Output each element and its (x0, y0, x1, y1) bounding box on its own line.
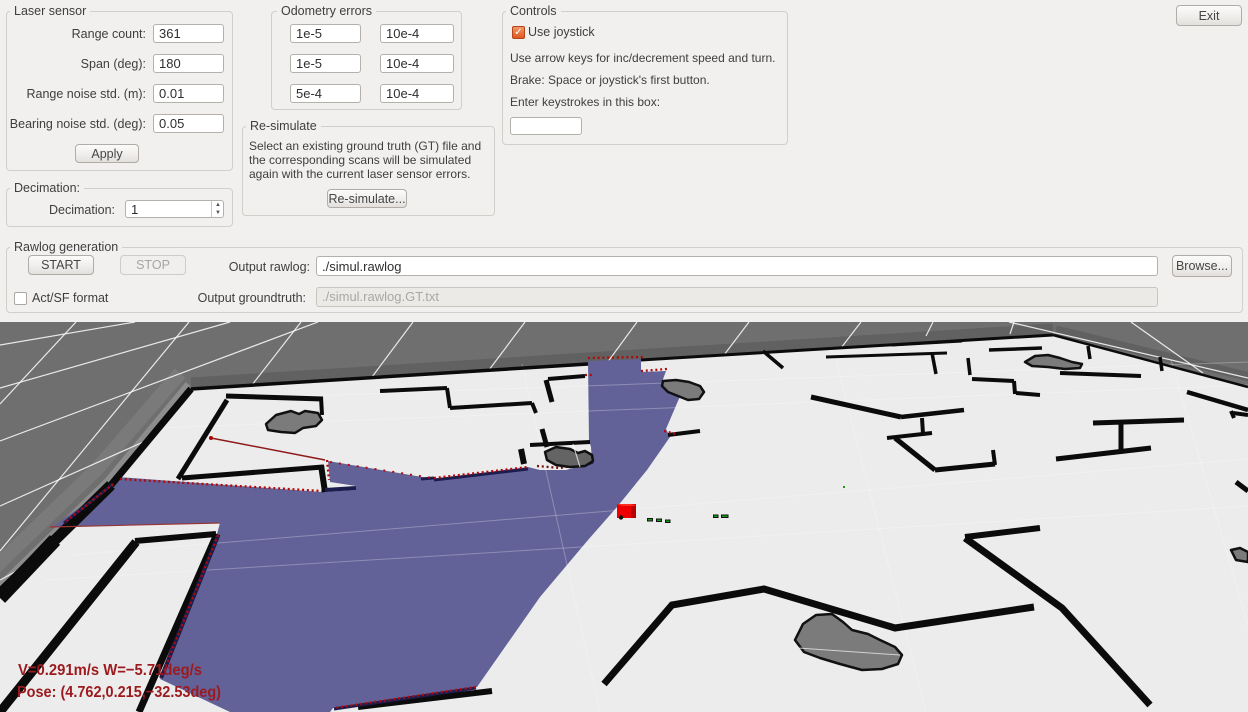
svg-text:V=0.291m/s W=−5.71deg/s: V=0.291m/s W=−5.71deg/s (18, 662, 202, 679)
svg-text:Pose: (4.762,0.215,−32.53deg): Pose: (4.762,0.215,−32.53deg) (17, 684, 221, 701)
